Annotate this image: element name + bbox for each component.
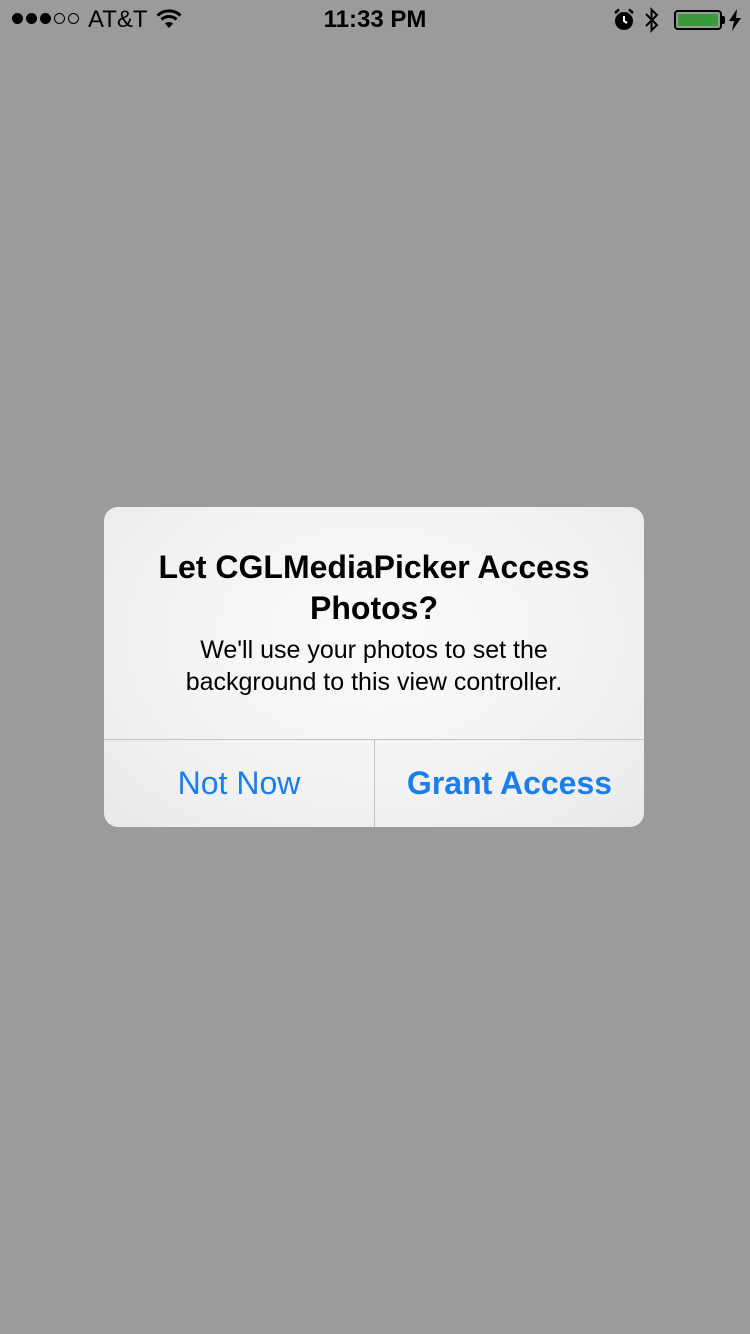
alert-title: Let CGLMediaPicker Access Photos? — [158, 549, 590, 626]
bluetooth-icon — [643, 6, 661, 39]
clock-time: 11:33 PM — [323, 6, 427, 33]
battery-icon — [674, 10, 722, 30]
alarm-icon — [613, 8, 635, 37]
grant-access-button[interactable]: Grant Access — [375, 740, 644, 827]
charging-icon — [728, 9, 742, 36]
battery-tip — [722, 16, 725, 24]
alert-message: We'll use your photos to set the backgro… — [185, 636, 563, 696]
status-bar: AT&T 11:33 PM — [0, 0, 750, 40]
battery-fill — [678, 14, 718, 26]
not-now-button[interactable]: Not Now — [104, 740, 374, 827]
permission-alert-dialog: Let CGLMediaPicker Access Photos? We'll … — [104, 507, 644, 827]
